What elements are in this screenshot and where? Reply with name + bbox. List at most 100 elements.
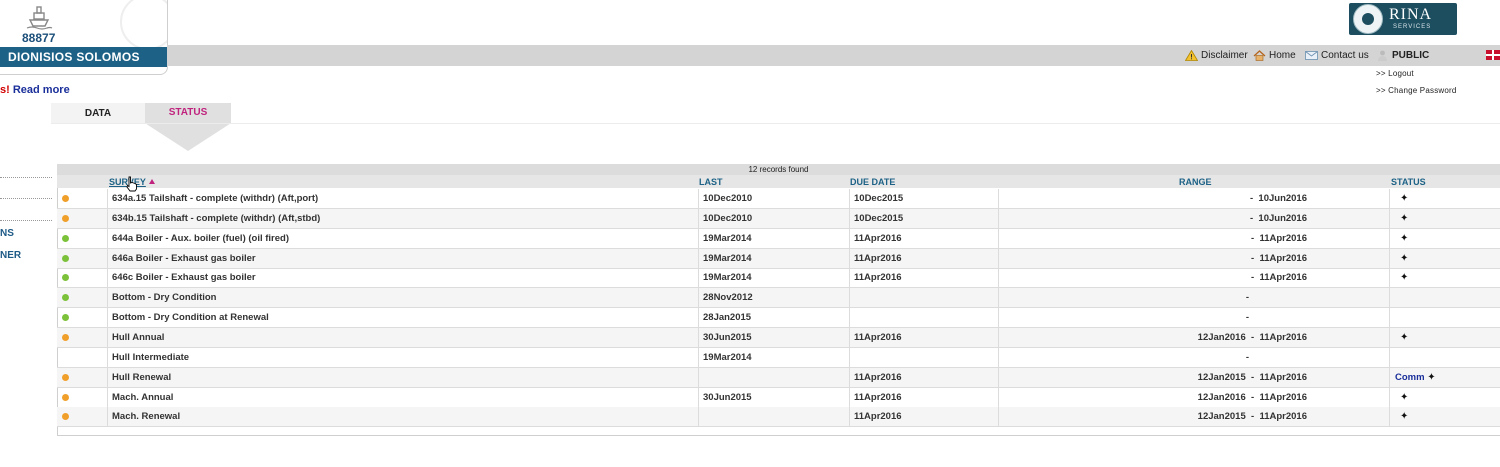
due-date-cell: 11Apr2016 bbox=[850, 268, 999, 288]
ship-number: 88877 bbox=[22, 31, 56, 45]
status-dot-cell bbox=[57, 288, 108, 308]
due-date-cell-text: 11Apr2016 bbox=[854, 391, 902, 403]
read-more-link[interactable]: Read more bbox=[13, 84, 70, 96]
table-row[interactable]: Bottom - Dry Condition at Renewal 28Jan20… bbox=[57, 308, 1500, 329]
status-dot-icon bbox=[62, 274, 69, 282]
due-date-cell: 11Apr2016 bbox=[850, 367, 999, 387]
table-row[interactable]: Hull Annual 30Jun2015 11Apr2016 12Jan2016 -… bbox=[57, 327, 1500, 348]
range-cell: - bbox=[999, 288, 1390, 308]
status-star-icon[interactable]: ✦ bbox=[1400, 392, 1408, 403]
due-date-cell: 10Dec2015 bbox=[850, 208, 999, 228]
comm-link[interactable]: Comm bbox=[1395, 372, 1425, 383]
table-row[interactable]: 644a Boiler - Aux. boiler (fuel) (oil fi… bbox=[57, 228, 1500, 249]
status-dot-icon bbox=[62, 314, 69, 322]
due-date-cell: 11Apr2016 bbox=[850, 387, 999, 407]
survey-cell-text: Hull Renewal bbox=[112, 371, 172, 383]
status-dot-icon bbox=[62, 294, 69, 302]
table-row[interactable]: Mach. Annual 30Jun2015 11Apr2016 12Jan2016 … bbox=[57, 387, 1500, 408]
survey-cell-text: Mach. Renewal bbox=[112, 411, 181, 423]
last-cell bbox=[699, 407, 850, 427]
last-cell-text: 19Mar2014 bbox=[703, 252, 752, 264]
table-header-row bbox=[57, 175, 1500, 188]
table-row[interactable]: Mach. Renewal 11Apr2016 12Jan2015 - 11Apr2… bbox=[57, 407, 1500, 428]
status-star-icon[interactable]: ✦ bbox=[1400, 233, 1408, 244]
sidebar-divider bbox=[0, 198, 52, 199]
range-cell: 12Jan2016 - 11Apr2016 bbox=[999, 327, 1390, 347]
last-cell: 28Nov2012 bbox=[699, 288, 850, 308]
range-cell: - 11Apr2016 bbox=[999, 268, 1390, 288]
uk-flag-icon[interactable] bbox=[1486, 50, 1500, 60]
table-row[interactable]: 646c Boiler - Exhaust gas boiler 19Mar201… bbox=[57, 268, 1500, 289]
survey-cell: 644a Boiler - Aux. boiler (fuel) (oil fi… bbox=[108, 228, 699, 248]
survey-cell: Bottom - Dry Condition bbox=[108, 288, 699, 308]
survey-cell: 646c Boiler - Exhaust gas boiler bbox=[108, 268, 699, 288]
tab-status[interactable]: STATUS bbox=[145, 103, 231, 151]
due-date-cell-text: 11Apr2016 bbox=[854, 411, 902, 423]
due-date-cell: 11Apr2016 bbox=[850, 327, 999, 347]
envelope-icon bbox=[1305, 51, 1318, 60]
status-star-icon[interactable]: ✦ bbox=[1400, 411, 1408, 422]
status-star-icon[interactable]: ✦ bbox=[1400, 332, 1408, 343]
sidebar-item-2[interactable]: NER bbox=[0, 250, 21, 261]
survey-cell-text: 646c Boiler - Exhaust gas boiler bbox=[112, 272, 256, 284]
home-link[interactable]: Home bbox=[1253, 50, 1296, 61]
range-cell: 12Jan2016 - 11Apr2016 bbox=[999, 387, 1390, 407]
col-header-last[interactable]: LAST bbox=[699, 175, 723, 188]
status-star-icon[interactable]: ✦ bbox=[1400, 253, 1408, 264]
survey-cell-text: 634b.15 Tailshaft - complete (withdr) (A… bbox=[112, 212, 321, 224]
status-cell: ✦ bbox=[1390, 189, 1500, 208]
status-cell bbox=[1390, 348, 1500, 367]
status-dot-icon bbox=[62, 195, 69, 202]
status-dot-cell bbox=[57, 208, 108, 228]
range-cell-text: - 11Apr2016 bbox=[1248, 232, 1307, 244]
status-star-icon[interactable]: ✦ bbox=[1400, 213, 1408, 224]
last-cell-text: 30Jun2015 bbox=[703, 391, 752, 403]
sidebar-divider bbox=[0, 220, 52, 221]
sidebar-item-1[interactable]: NS bbox=[0, 228, 14, 239]
status-cell: ✦ bbox=[1390, 229, 1500, 248]
col-header-status[interactable]: STATUS bbox=[1391, 175, 1426, 188]
col-header-range[interactable]: RANGE bbox=[1179, 175, 1212, 188]
disclaimer-link[interactable]: Disclaimer bbox=[1185, 50, 1248, 61]
survey-cell-text: 646a Boiler - Exhaust gas boiler bbox=[112, 252, 256, 264]
last-cell-text: 10Dec2010 bbox=[703, 193, 753, 204]
table-row[interactable]: 646a Boiler - Exhaust gas boiler 19Mar201… bbox=[57, 248, 1500, 269]
rina-logo[interactable]: RINA SERVICES bbox=[1349, 3, 1457, 35]
table-row[interactable]: 634a.15 Tailshaft - complete (withdr) (A… bbox=[57, 189, 1500, 209]
table-row[interactable]: Bottom - Dry Condition 28Nov2012 - bbox=[57, 288, 1500, 309]
top-nav-bar bbox=[167, 45, 1500, 66]
contact-us-link[interactable]: Contact us bbox=[1305, 50, 1369, 61]
sidebar-divider bbox=[0, 177, 52, 178]
col-header-due[interactable]: DUE DATE bbox=[850, 175, 896, 188]
range-cell-text: - 10Jun2016 bbox=[1247, 212, 1307, 224]
last-cell-text: 28Jan2015 bbox=[703, 312, 752, 324]
logout-link[interactable]: >> Logout bbox=[1376, 69, 1414, 78]
table-row[interactable]: Hull Renewal 11Apr2016 12Jan2015 - 11Apr20… bbox=[57, 367, 1500, 388]
table-row[interactable]: Hull Intermediate 19Mar2014 - bbox=[57, 347, 1500, 368]
due-date-cell-text: 11Apr2016 bbox=[854, 331, 902, 343]
status-cell: ✦ bbox=[1390, 268, 1500, 287]
status-dot-icon bbox=[62, 234, 69, 242]
home-label: Home bbox=[1269, 50, 1296, 61]
home-icon bbox=[1253, 50, 1266, 61]
range-cell: - bbox=[999, 347, 1390, 367]
tab-data[interactable]: DATA bbox=[51, 103, 145, 123]
status-star-icon[interactable]: ✦ bbox=[1427, 372, 1435, 383]
survey-cell-text: 634a.15 Tailshaft - complete (withdr) (A… bbox=[112, 193, 319, 204]
ship-icon bbox=[26, 6, 53, 30]
table-row[interactable]: 634b.15 Tailshaft - complete (withdr) (A… bbox=[57, 208, 1500, 229]
status-dot-cell bbox=[57, 268, 108, 288]
user-menu[interactable]: PUBLIC bbox=[1376, 50, 1429, 61]
due-date-cell bbox=[850, 308, 999, 328]
status-dot-icon bbox=[62, 254, 69, 262]
survey-cell-text: Bottom - Dry Condition at Renewal bbox=[112, 312, 269, 324]
range-cell: - 10Jun2016 bbox=[999, 189, 1390, 208]
status-star-icon[interactable]: ✦ bbox=[1400, 272, 1408, 283]
ship-card: 88877 DIONISIOS SOLOMOS bbox=[0, 0, 168, 75]
disclaimer-label: Disclaimer bbox=[1201, 50, 1248, 61]
survey-cell: Mach. Renewal bbox=[108, 407, 699, 427]
status-dot-icon bbox=[62, 214, 69, 222]
status-star-icon[interactable]: ✦ bbox=[1400, 193, 1408, 204]
change-password-link[interactable]: >> Change Password bbox=[1376, 86, 1457, 95]
last-cell-text: 30Jun2015 bbox=[703, 331, 752, 343]
